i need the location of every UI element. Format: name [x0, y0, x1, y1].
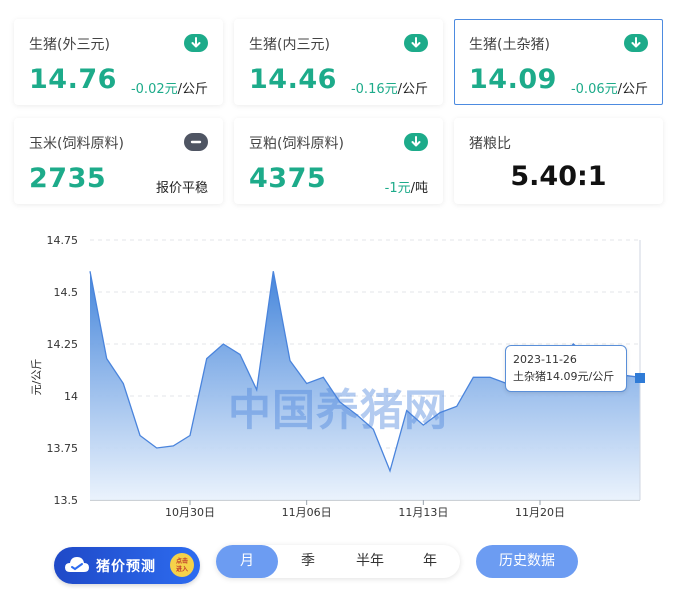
tooltip-date: 2023-11-26 — [513, 353, 577, 366]
y-tick-label: 14 — [64, 390, 78, 403]
enter-badge: 点击 进入 — [170, 553, 194, 577]
down-arrow-icon — [404, 34, 428, 52]
x-tick-label: 11月20日 — [515, 506, 565, 519]
card-change: -0.06元/公斤 — [570, 82, 648, 97]
card-price: 14.46 — [249, 64, 337, 95]
y-tick-label: 14.75 — [47, 234, 79, 247]
period-quarter[interactable]: 季 — [280, 545, 336, 578]
x-tick-label: 11月06日 — [282, 506, 332, 519]
chart-tooltip: 2023-11-26 土杂猪14.09元/公斤 — [505, 345, 627, 392]
y-axis-ticks: 14.75 14.5 14.25 14 13.75 13.5 — [47, 234, 79, 507]
card-title: 生猪(外三元) — [29, 37, 110, 53]
x-tick-label: 11月13日 — [398, 506, 448, 519]
down-arrow-icon — [404, 133, 428, 151]
card-price: 14.09 — [469, 64, 557, 95]
price-card-tuzazhu[interactable]: 生猪(土杂猪) 14.09 -0.06元/公斤 — [454, 19, 663, 105]
y-tick-label: 13.5 — [54, 494, 79, 507]
y-axis-label: 元/公斤 — [30, 359, 43, 396]
price-card-hog-grain-ratio[interactable]: 猪粮比 5.40:1 — [454, 118, 663, 204]
period-half-year[interactable]: 半年 — [340, 545, 400, 578]
card-change: -0.02元/公斤 — [130, 82, 208, 97]
down-arrow-icon — [184, 34, 208, 52]
card-title: 玉米(饲料原料) — [29, 136, 124, 152]
period-selector[interactable]: 月 季 半年 年 — [216, 545, 460, 578]
price-card-neisanyuan[interactable]: 生猪(内三元) 14.46 -0.16元/公斤 — [234, 19, 443, 105]
down-arrow-icon — [624, 34, 648, 52]
tooltip-value: 土杂猪14.09元/公斤 — [513, 370, 615, 383]
price-card-waisanyuan[interactable]: 生猪(外三元) 14.76 -0.02元/公斤 — [14, 19, 223, 105]
card-title: 生猪(土杂猪) — [469, 37, 550, 53]
minus-icon — [184, 133, 208, 151]
card-title: 豆粕(饲料原料) — [249, 136, 344, 152]
hover-point-marker — [635, 373, 645, 383]
period-year[interactable]: 年 — [404, 545, 456, 578]
price-card-corn[interactable]: 玉米(饲料原料) 2735 报价平稳 — [14, 118, 223, 204]
card-change: -1元/吨 — [384, 181, 428, 196]
watermark: 中国养猪网 — [228, 386, 448, 436]
history-data-button[interactable]: 历史数据 — [476, 545, 578, 578]
period-month[interactable]: 月 — [216, 545, 278, 578]
x-axis-ticks: 10月30日 11月06日 11月13日 11月20日 — [165, 500, 565, 519]
y-tick-label: 13.75 — [47, 442, 79, 455]
ratio-value: 5.40:1 — [510, 161, 607, 192]
y-tick-label: 14.25 — [47, 338, 79, 351]
price-card-soybean-meal[interactable]: 豆粕(饲料原料) 4375 -1元/吨 — [234, 118, 443, 204]
cloud-icon — [65, 557, 89, 572]
card-price: 4375 — [249, 163, 327, 194]
price-forecast-button[interactable]: 猪价预测 点击 进入 — [54, 547, 200, 584]
card-price: 14.76 — [29, 64, 117, 95]
card-title: 生猪(内三元) — [249, 37, 330, 53]
x-tick-label: 10月30日 — [165, 506, 215, 519]
card-price: 2735 — [29, 163, 107, 194]
y-tick-label: 14.5 — [54, 286, 79, 299]
card-change: 报价平稳 — [155, 181, 208, 196]
card-change: -0.16元/公斤 — [350, 82, 428, 97]
forecast-label: 猪价预测 — [96, 559, 156, 575]
card-title: 猪粮比 — [469, 136, 511, 152]
